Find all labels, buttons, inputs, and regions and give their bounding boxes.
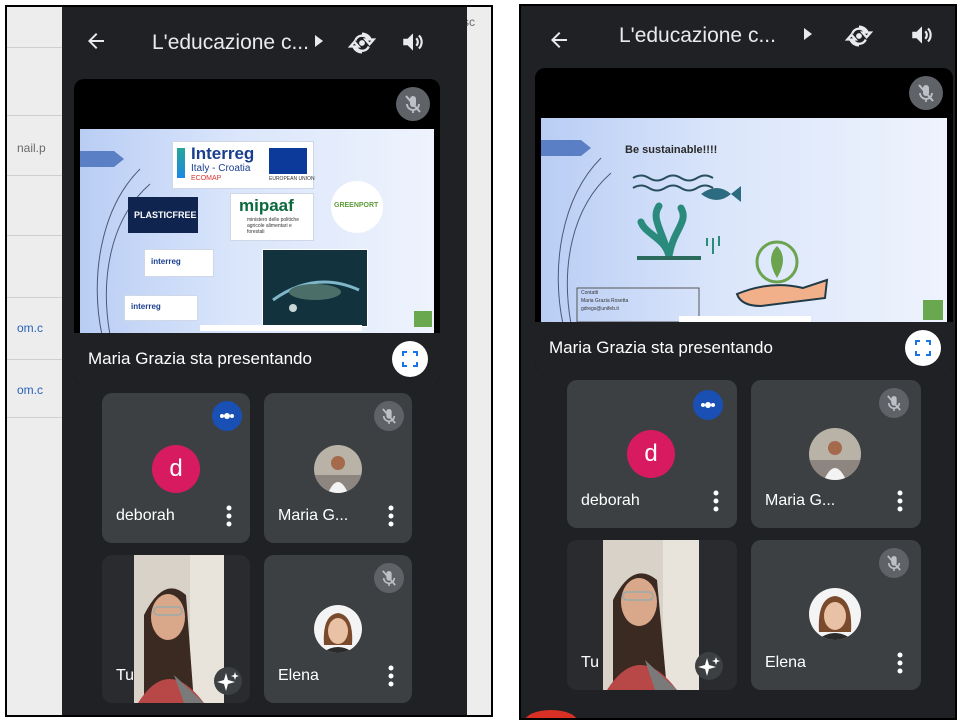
screenshot-left: nail.p om.c om.c sc L'educazione c... In… xyxy=(5,5,493,717)
more-vert-icon[interactable] xyxy=(897,652,903,674)
speaker-icon[interactable] xyxy=(909,22,937,50)
participant-tile-maria[interactable]: Maria G... xyxy=(264,393,412,543)
participant-tile-elena[interactable]: Elena xyxy=(264,555,412,703)
meeting-title[interactable]: L'educazione c... xyxy=(619,24,776,48)
more-vert-icon[interactable] xyxy=(388,665,394,687)
participant-name: deborah xyxy=(581,492,640,509)
more-vert-icon[interactable] xyxy=(226,505,232,527)
presenter-status: Maria Grazia sta presentando xyxy=(549,338,773,357)
self-video xyxy=(603,540,699,690)
meeting-title[interactable]: L'educazione c... xyxy=(152,31,309,55)
presenter-bar: Maria Grazia sta presentando xyxy=(74,333,440,385)
sparkle-effects-icon[interactable] xyxy=(695,652,723,680)
participant-tile-elena[interactable]: Elena xyxy=(751,540,921,690)
corner-logo xyxy=(414,311,432,327)
presentation-stage: Interreg Italy - Croatia ECOMAP EUROPEAN… xyxy=(74,79,440,385)
play-caret-icon[interactable] xyxy=(803,28,813,43)
mic-off-icon xyxy=(909,76,943,110)
presentation-stage: Be sustainable!!!! Contatti Maria Grazia… xyxy=(535,68,953,374)
self-video xyxy=(134,555,224,703)
more-vert-icon[interactable] xyxy=(388,505,394,527)
presenter-bar: Maria Grazia sta presentando xyxy=(535,322,953,374)
slide-decoration xyxy=(541,140,943,324)
more-vert-icon[interactable] xyxy=(713,490,719,512)
sparkle-effects-icon[interactable] xyxy=(214,667,242,695)
back-arrow-icon[interactable] xyxy=(547,28,571,56)
slide-footer xyxy=(200,325,362,331)
mic-off-icon xyxy=(879,548,909,578)
participant-name: deborah xyxy=(116,507,175,524)
mipaaf-logo: mipaaf ministero delle politiche agricol… xyxy=(230,193,314,241)
shared-slide: Interreg Italy - Croatia ECOMAP EUROPEAN… xyxy=(80,129,434,335)
participant-name: Tu xyxy=(581,654,600,671)
shared-slide: Be sustainable!!!! Contatti Maria Grazia… xyxy=(541,118,947,324)
participant-name: Elena xyxy=(765,654,806,671)
participant-name: Tu xyxy=(116,667,135,684)
participant-name: Elena xyxy=(278,667,319,684)
top-bar: L'educazione c... xyxy=(62,7,467,79)
presenter-status: Maria Grazia sta presentando xyxy=(88,349,312,368)
slide-heading: Be sustainable!!!! xyxy=(625,144,718,156)
slide-contact-line: gdregs@unifeb.it xyxy=(581,306,619,312)
participant-name: Maria G... xyxy=(278,507,349,524)
slide-contact-line: Contatti xyxy=(581,290,599,296)
interreg-logo: Interreg Italy - Croatia ECOMAP EUROPEAN… xyxy=(172,141,315,189)
participant-tile-maria[interactable]: Maria G... xyxy=(751,380,921,528)
background-link: om.c xyxy=(17,321,44,335)
mic-off-icon xyxy=(396,87,430,121)
avatar-photo xyxy=(314,445,362,493)
meet-app-screen: L'educazione c... xyxy=(62,7,467,715)
mic-off-icon xyxy=(879,388,909,418)
underwater-photo xyxy=(262,249,368,327)
participant-tile-deborah[interactable]: d deborah xyxy=(102,393,250,543)
avatar-photo xyxy=(809,588,861,640)
speaking-dots-icon xyxy=(212,401,242,431)
participant-tile-deborah[interactable]: d deborah xyxy=(567,380,737,528)
avatar-photo xyxy=(809,428,861,480)
switch-camera-icon[interactable] xyxy=(347,29,377,57)
participant-tile-self[interactable]: Tu xyxy=(567,540,737,690)
back-arrow-icon[interactable] xyxy=(84,29,108,57)
end-call-button[interactable] xyxy=(525,710,577,718)
more-vert-icon[interactable] xyxy=(897,490,903,512)
avatar: d xyxy=(627,430,675,478)
speaker-icon[interactable] xyxy=(400,29,428,57)
mic-off-icon xyxy=(374,563,404,593)
background-page: nail.p om.c om.c xyxy=(7,7,67,715)
participant-tile-self[interactable]: Tu xyxy=(102,555,250,703)
greenport-logo: GREENPORT xyxy=(331,181,383,233)
mic-off-icon xyxy=(374,401,404,431)
interreg-small-logo-2: interreg xyxy=(124,295,198,321)
background-text: nail.p xyxy=(17,141,46,155)
avatar: d xyxy=(152,445,200,493)
avatar-photo xyxy=(314,605,362,653)
speaking-dots-icon xyxy=(693,390,723,420)
interreg-small-logo: interreg xyxy=(144,249,214,277)
fullscreen-icon[interactable] xyxy=(392,341,428,377)
plasticfree-logo: PLASTICFREE xyxy=(128,197,198,233)
slide-contact-line: Maria Grazia Rosetta xyxy=(581,298,629,304)
fullscreen-icon[interactable] xyxy=(905,330,941,366)
switch-camera-icon[interactable] xyxy=(844,22,874,50)
background-link: om.c xyxy=(17,383,44,397)
participant-name: Maria G... xyxy=(765,492,836,509)
meet-app-screen: L'educazione c... xyxy=(521,6,955,718)
play-caret-icon[interactable] xyxy=(314,35,324,50)
screenshot-right: L'educazione c... Be sustainable!!!! Con… xyxy=(519,4,957,720)
